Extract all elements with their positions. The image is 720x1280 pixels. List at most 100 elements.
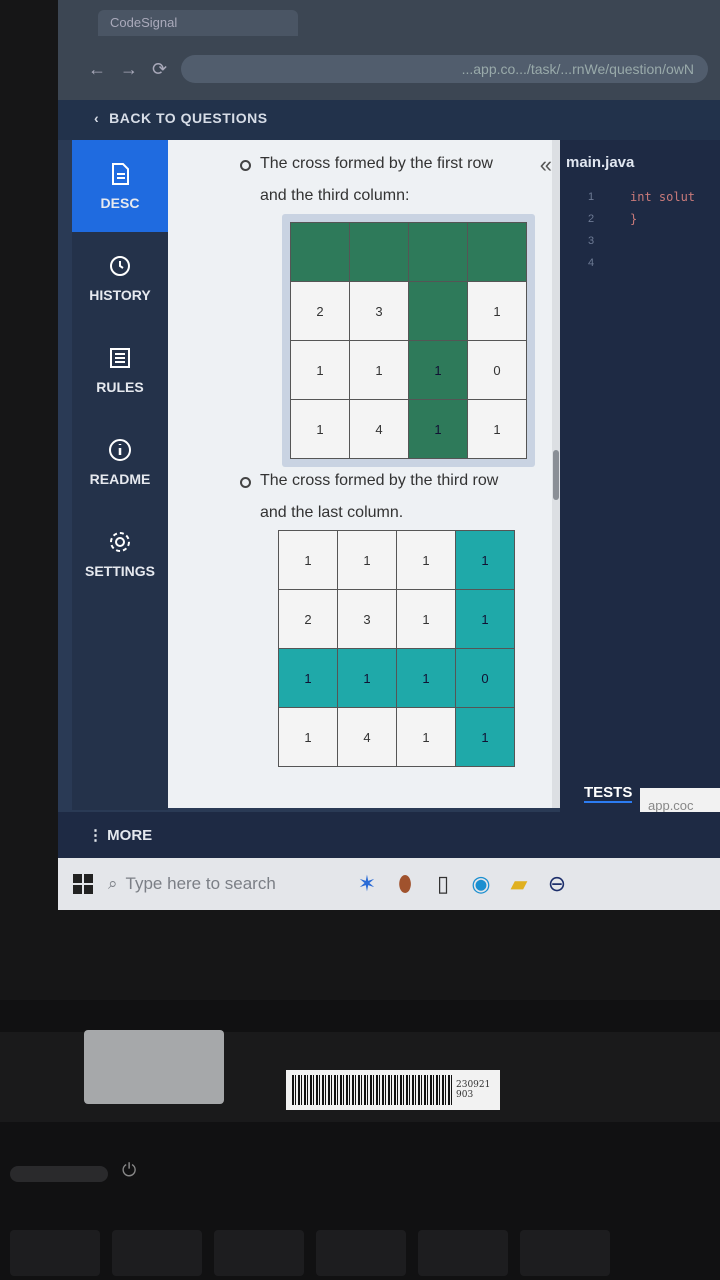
- grid-cell: [290, 222, 350, 282]
- barcode-line: 230921: [456, 1080, 491, 1090]
- grid-cell: [408, 281, 468, 341]
- grid-cell: 3: [337, 589, 397, 649]
- grid-cell: 1: [408, 340, 468, 400]
- reload-icon[interactable]: ⟳: [152, 59, 167, 80]
- sidebar-item-label: HISTORY: [89, 287, 151, 303]
- grid-row: 1111: [278, 530, 515, 590]
- grid-row: 1411: [278, 707, 515, 767]
- clock-icon: [107, 253, 133, 279]
- info-icon: [107, 437, 133, 463]
- more-button[interactable]: ⋮ MORE: [88, 826, 152, 844]
- grid-row: 2311: [278, 589, 515, 649]
- windows-start-icon[interactable]: [58, 874, 108, 894]
- search-placeholder: Type here to search: [125, 874, 276, 893]
- grid-cell: 1: [467, 399, 527, 459]
- line-number: 3: [588, 235, 595, 247]
- url-field[interactable]: ...app.co.../task/...rnWe/question/owN: [181, 55, 708, 83]
- example-grid-1: 23111101411: [282, 214, 535, 467]
- sidebar-item-label: RULES: [96, 379, 144, 395]
- sidebar-item-rules[interactable]: RULES: [72, 324, 168, 416]
- grid-cell: 1: [278, 530, 338, 590]
- code-area[interactable]: int solut }: [630, 186, 695, 230]
- taskbar-search[interactable]: ⌕ Type here to search: [108, 874, 348, 894]
- grid-cell: 1: [337, 648, 397, 708]
- barcode-line: 903: [456, 1090, 474, 1100]
- grid-cell: 1: [278, 707, 338, 767]
- grid-cell: 4: [349, 399, 409, 459]
- back-to-questions-link[interactable]: ‹ BACK TO QUESTIONS: [94, 110, 268, 126]
- example-grid-2: 1111231111101411: [278, 530, 515, 767]
- bullet-text: The cross formed by the first row and th…: [240, 148, 510, 212]
- collapse-icon[interactable]: «: [540, 152, 552, 178]
- key[interactable]: [214, 1230, 304, 1276]
- edge-icon[interactable]: ◉: [462, 871, 500, 897]
- line-numbers: 1 2 3 4: [588, 186, 594, 274]
- sidebar-item-label: SETTINGS: [84, 563, 155, 579]
- windows-taskbar: ⌕ Type here to search ✶ ⬮ ▯ ◉ ▰ ⊖: [58, 858, 720, 910]
- scrollbar[interactable]: [552, 140, 560, 808]
- tab-tests[interactable]: TESTS: [584, 784, 633, 803]
- scrollbar-thumb[interactable]: [553, 450, 559, 500]
- barcode-bars: [292, 1075, 452, 1105]
- cortana-icon[interactable]: ✶: [348, 871, 386, 897]
- grid-cell: [467, 222, 527, 282]
- grid-cell: 1: [290, 340, 350, 400]
- key[interactable]: [112, 1230, 202, 1276]
- grid-cell: 1: [396, 530, 456, 590]
- code-editor[interactable]: main.java 1 2 3 4 int solut }: [560, 140, 720, 780]
- file-explorer-icon[interactable]: ▰: [500, 871, 538, 897]
- key[interactable]: [418, 1230, 508, 1276]
- key[interactable]: [10, 1230, 100, 1276]
- grid-cell: 1: [278, 648, 338, 708]
- power-led: [10, 1166, 108, 1182]
- list-icon: [107, 345, 133, 371]
- sidebar-item-readme[interactable]: README: [72, 416, 168, 508]
- sidebar-item-label: DESC: [100, 195, 140, 211]
- bullet-text: The cross formed by the third row and th…: [240, 465, 510, 529]
- task-view-icon[interactable]: ▯: [424, 871, 462, 897]
- grid-cell: 1: [455, 589, 515, 649]
- sidebar-item-label: README: [89, 471, 151, 487]
- grid-cell: 0: [455, 648, 515, 708]
- grid-cell: 2: [278, 589, 338, 649]
- grid-cell: 1: [337, 530, 397, 590]
- power-icon[interactable]: ⏻: [122, 1160, 136, 1181]
- sidebar-item-settings[interactable]: SETTINGS: [72, 508, 168, 600]
- keyboard-row: [0, 1230, 720, 1280]
- browser-tab[interactable]: CodeSignal: [98, 10, 298, 36]
- chevron-left-icon: ‹: [94, 110, 100, 126]
- grid-cell: 1: [290, 399, 350, 459]
- address-bar-row: ← → ⟳ ...app.co.../task/...rnWe/question…: [88, 54, 708, 84]
- key[interactable]: [316, 1230, 406, 1276]
- grid-cell: 1: [408, 399, 468, 459]
- grid-cell: 3: [349, 281, 409, 341]
- forward-arrow-icon[interactable]: →: [120, 59, 138, 80]
- app-header: ‹ BACK TO QUESTIONS: [58, 100, 720, 140]
- file-tab[interactable]: main.java: [566, 154, 634, 171]
- grid-cell: 1: [396, 707, 456, 767]
- back-label: BACK TO QUESTIONS: [109, 110, 268, 126]
- app-icon[interactable]: ⊖: [538, 871, 576, 897]
- grid-cell: [349, 222, 409, 282]
- barcode-sticker: 230921 903: [286, 1070, 500, 1110]
- grid-cell: 4: [337, 707, 397, 767]
- grid-row: 231: [290, 281, 527, 341]
- back-arrow-icon[interactable]: ←: [88, 59, 106, 80]
- description-panel: « The cross formed by the first row and …: [168, 140, 560, 808]
- key[interactable]: [520, 1230, 610, 1276]
- browser-chrome: CodeSignal ← → ⟳ ...app.co.../task/...rn…: [58, 0, 720, 100]
- barcode-number: 230921 903: [456, 1080, 490, 1100]
- more-bar: ⋮ MORE: [58, 812, 720, 858]
- grid-row: 1411: [290, 399, 527, 459]
- line-number: 1: [588, 191, 595, 203]
- grid-cell: 1: [396, 589, 456, 649]
- sidebar-item-history[interactable]: HISTORY: [72, 232, 168, 324]
- football-icon[interactable]: ⬮: [386, 871, 424, 897]
- more-label: MORE: [107, 827, 153, 844]
- grid-cell: 0: [467, 340, 527, 400]
- sidebar-item-desc[interactable]: DESC: [72, 140, 168, 232]
- grid-cell: 1: [467, 281, 527, 341]
- grid-cell: 1: [396, 648, 456, 708]
- grid-row: 1110: [278, 648, 515, 708]
- hinge-metal: [84, 1030, 224, 1104]
